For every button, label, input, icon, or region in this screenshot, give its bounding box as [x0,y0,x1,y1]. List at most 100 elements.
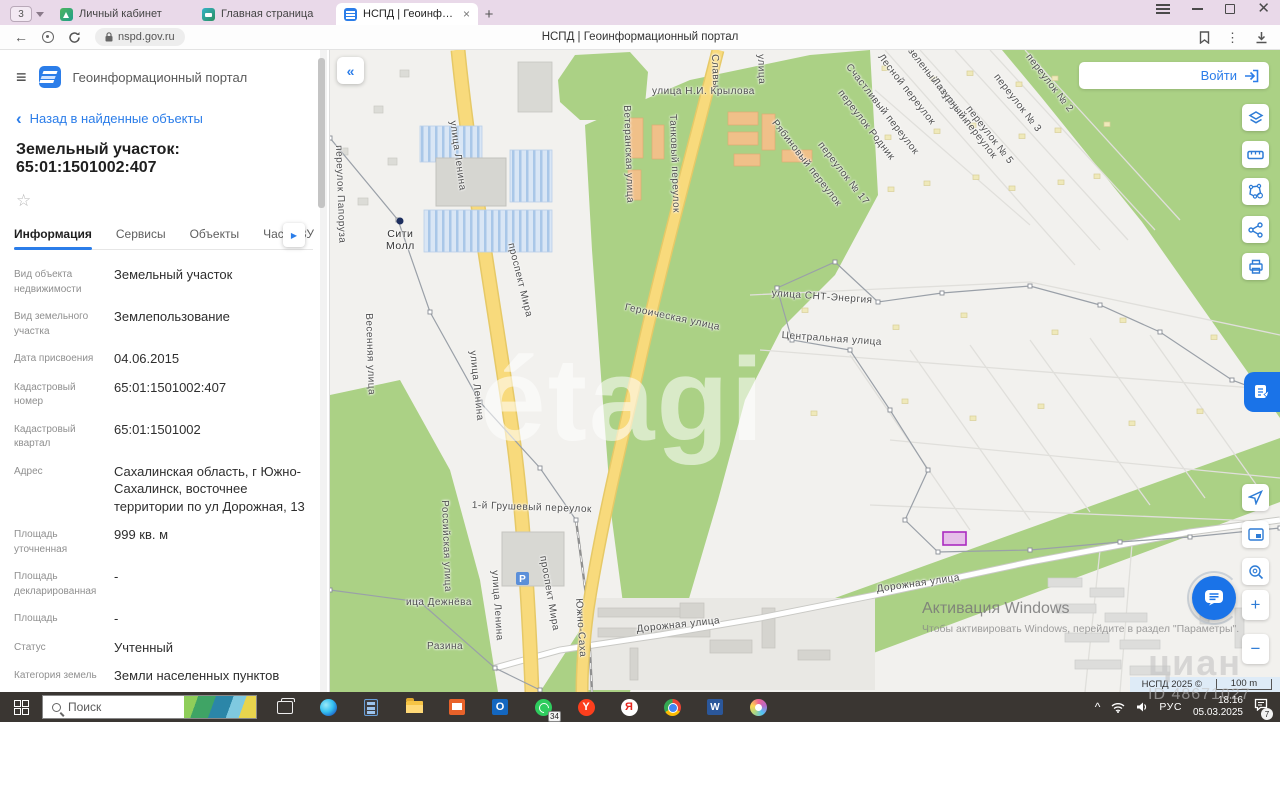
close-button[interactable]: ✕ [1257,4,1270,14]
field-label: Площадь декларированная [14,568,114,599]
task-view-button[interactable] [273,695,297,719]
zoom-out-button[interactable]: − [1242,634,1269,664]
browser-protect-icon[interactable] [42,31,54,43]
tab-list-chevron-icon[interactable] [36,12,44,17]
map-canvas[interactable]: P étagi улица Ленинаулица Ленинаулица Ле… [330,50,1280,692]
taskbar-search-input[interactable]: Поиск [42,695,257,719]
mail-app-button[interactable] [445,695,469,719]
bookmark-icon[interactable] [1199,31,1210,44]
news-widget-thumbnail[interactable] [184,695,256,719]
tab-count[interactable]: 3 [10,6,32,22]
toolbar-right: ⋮ [1199,25,1268,50]
favorite-star-icon[interactable]: ☆ [16,191,313,211]
address-bar[interactable]: nspd.gov.ru [95,28,185,46]
speaker-icon[interactable] [1136,701,1148,713]
page-title: НСПД | Геоинформационный портал [0,31,1280,43]
file-explorer-button[interactable] [402,695,426,719]
lock-icon [105,32,113,42]
nspd-logo-icon [39,66,61,88]
edge-button[interactable] [316,695,340,719]
windows-logo-icon [14,700,29,715]
hidden-icons-chevron[interactable]: ^ [1095,700,1101,714]
restore-button[interactable] [1225,4,1235,14]
print-button[interactable] [1242,253,1269,280]
tabs-scroll-next-icon[interactable]: ▶ [283,223,305,247]
coordinate-search-button[interactable] [1242,558,1269,585]
tab-main-page[interactable]: Главная страница [194,3,336,25]
tab-information[interactable]: Информация [14,227,92,241]
tab-favicon [60,8,73,21]
tab-counter[interactable]: 3 [10,6,44,22]
edge-icon [320,699,337,716]
feedback-widget-tab[interactable] [1244,372,1280,412]
word-button[interactable]: W [703,695,727,719]
yandex-browser-button[interactable]: Y [574,695,598,719]
measure-button[interactable] [1242,141,1269,168]
tab-personal-cabinet[interactable]: Личный кабинет [52,3,194,25]
search-placeholder: Поиск [68,700,101,714]
tab-objects[interactable]: Объекты [190,227,240,241]
chrome-button[interactable] [660,695,684,719]
minimap-button[interactable] [1242,521,1269,548]
minimize-button[interactable] [1192,8,1203,10]
back-icon[interactable]: ← [14,30,28,44]
taskbar-apps: O 34 Y Я W [273,695,770,719]
zoom-in-button[interactable]: + [1242,590,1269,620]
tab-nspd-active[interactable]: НСПД | Геоинформац × [336,3,478,25]
wifi-icon[interactable] [1111,702,1125,713]
tab-label: Главная страница [221,8,328,20]
field-value: 999 кв. м [114,526,168,557]
browser-kebab-icon[interactable]: ⋮ [1226,30,1239,46]
geolocate-button[interactable] [1242,484,1269,511]
field-label: Адрес [14,463,114,516]
field-value: - [114,568,118,599]
tray-clock[interactable]: 18:16 05.03.2025 [1193,695,1243,720]
notification-center-button[interactable]: 7 [1254,698,1268,716]
share-button[interactable] [1242,216,1269,243]
whatsapp-button[interactable]: 34 [531,695,555,719]
field-label: Кадастровый номер [14,379,114,410]
field-value: 65:01:1501002:407 [114,379,226,410]
desktop-screen: 3 Личный кабинет Главная страница НСПД |… [0,0,1280,800]
panel-collapse-button[interactable]: « [337,57,364,84]
scrollbar-thumb[interactable] [318,58,325,208]
start-button[interactable] [0,692,42,722]
layers-button[interactable] [1242,104,1269,131]
tab-favicon [202,8,215,21]
back-to-results-link[interactable]: ‹ Назад в найденные объекты [16,110,313,127]
field-value: Землепользование [114,308,230,339]
field-value: Учтенный [114,639,173,657]
sidebar-scrollbar[interactable] [320,50,327,692]
info-field-row: Вид земельного участка Землепользование [14,308,313,339]
selected-parcel[interactable] [943,532,966,545]
reload-icon[interactable] [68,31,81,44]
notification-badge: 7 [1261,708,1273,720]
back-chevron-icon: ‹ [16,110,22,127]
info-field-row: Статус Учтенный [14,639,313,657]
paint-app-button[interactable] [746,695,770,719]
new-tab-button[interactable]: + [478,3,500,25]
calculator-icon [364,699,378,716]
menu-hamburger-icon[interactable]: ≡ [16,68,27,86]
calculator-button[interactable] [359,695,383,719]
panel-tabs: Информация Сервисы Объекты Части ЗУ Сост… [14,227,313,250]
area-measure-icon [1247,183,1264,200]
chat-widget-button[interactable] [1187,571,1241,625]
field-value: Земли населенных пунктов [114,667,279,685]
tab-services[interactable]: Сервисы [116,227,166,241]
browser-menu-icon[interactable] [1156,4,1170,14]
language-indicator[interactable]: РУС [1159,701,1182,713]
login-label[interactable]: Войти [1201,68,1237,83]
taskbar: Поиск O 34 Y Я W ^ РУС 18:16 [0,692,1280,722]
download-icon[interactable] [1255,31,1268,44]
field-label: Вид земельного участка [14,308,114,339]
city-mall-label: Сити Молл [386,228,415,252]
login-bar[interactable]: Войти [1079,62,1269,89]
outlook-button[interactable]: O [488,695,512,719]
yandex-button[interactable]: Я [617,695,641,719]
address-text: nspd.gov.ru [118,31,175,43]
attribution-text: НСПД 2025 © [1142,679,1202,690]
geolocate-icon [1248,490,1263,505]
tab-close-icon[interactable]: × [463,7,470,21]
area-measure-button[interactable] [1242,178,1269,205]
